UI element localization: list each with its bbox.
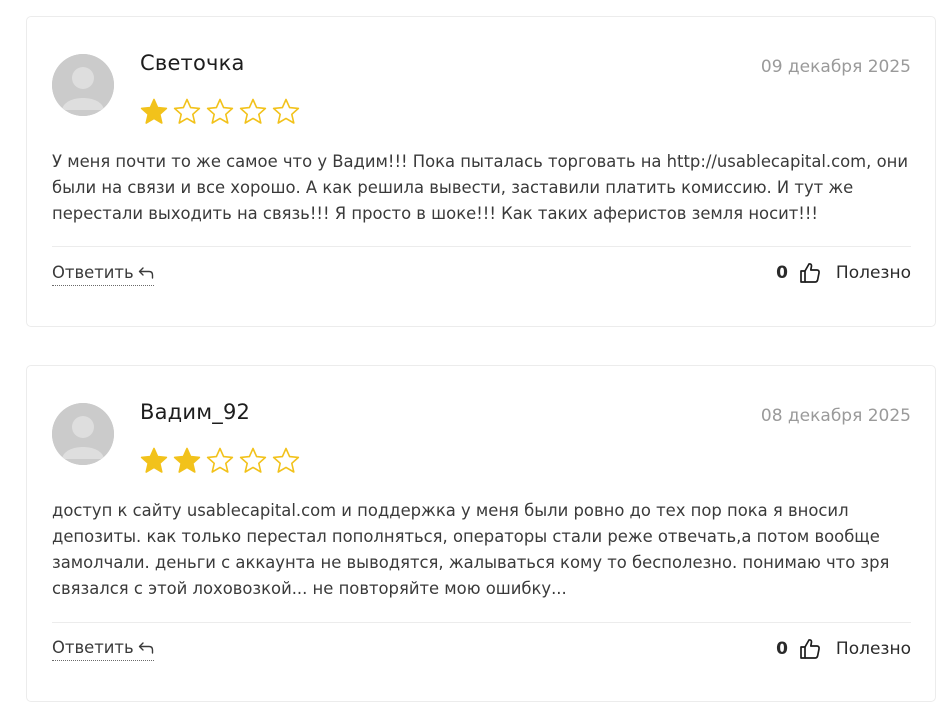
reply-label: Ответить <box>52 263 134 282</box>
review-date: 09 декабря 2025 <box>760 57 911 77</box>
review-date: 08 декабря 2025 <box>760 406 911 426</box>
reply-label: Ответить <box>52 638 134 657</box>
thumbs-up-icon[interactable] <box>798 261 822 285</box>
star-rating <box>139 446 301 476</box>
useful-label[interactable]: Полезно <box>836 263 911 283</box>
star-empty-icon <box>206 98 234 124</box>
review-card: Вадим_92 08 декабря 2025 доступ к сайту … <box>26 365 936 702</box>
reply-button[interactable]: Ответить <box>52 638 154 661</box>
useful-label[interactable]: Полезно <box>836 639 911 659</box>
star-rating <box>139 97 301 127</box>
star-filled-icon <box>140 447 168 473</box>
avatar-placeholder-icon <box>52 54 114 116</box>
useful-vote: 0 Полезно <box>776 261 911 285</box>
reply-arrow-icon <box>138 641 153 654</box>
divider <box>52 622 911 623</box>
review-text: У меня почти то же самое что у Вадим!!! … <box>52 152 908 223</box>
review-text: доступ к сайту usablecapital.com и подде… <box>52 501 890 598</box>
avatar-placeholder-icon <box>52 403 114 465</box>
reply-arrow-icon <box>138 266 153 279</box>
review-card: Светочка 09 декабря 2025 У меня почти то… <box>26 16 936 327</box>
review-author: Вадим_92 <box>140 400 251 424</box>
star-filled-icon <box>140 98 168 124</box>
star-filled-icon <box>173 447 201 473</box>
star-empty-icon <box>206 447 234 473</box>
thumbs-up-icon[interactable] <box>798 637 822 661</box>
divider <box>52 246 911 247</box>
star-empty-icon <box>239 447 267 473</box>
useful-vote: 0 Полезно <box>776 637 911 661</box>
avatar <box>52 54 114 116</box>
star-empty-icon <box>272 98 300 124</box>
star-empty-icon <box>173 98 201 124</box>
useful-count: 0 <box>776 639 788 659</box>
star-empty-icon <box>239 98 267 124</box>
review-author: Светочка <box>140 51 245 75</box>
avatar <box>52 403 114 465</box>
reply-button[interactable]: Ответить <box>52 263 154 286</box>
star-empty-icon <box>272 447 300 473</box>
useful-count: 0 <box>776 263 788 283</box>
